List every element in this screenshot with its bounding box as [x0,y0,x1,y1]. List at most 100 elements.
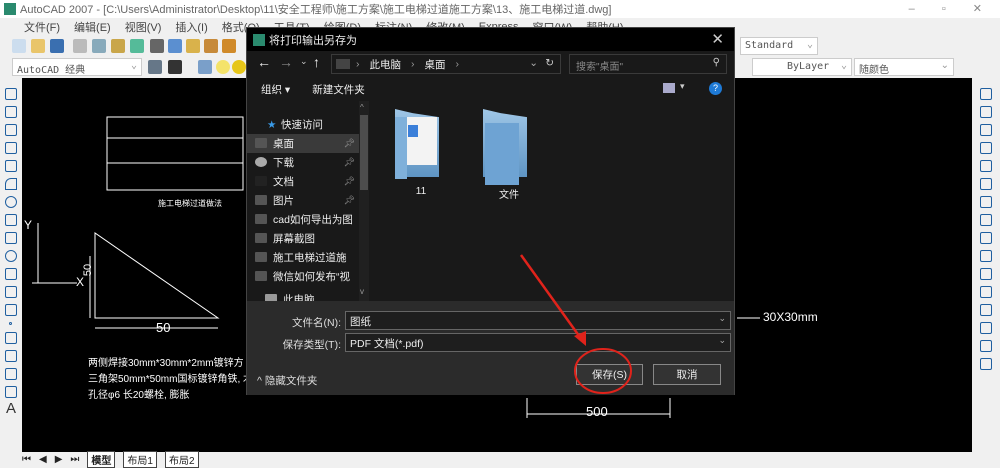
line-icon[interactable] [5,88,17,100]
construction-line-icon[interactable] [5,106,17,118]
copy-object-icon[interactable] [980,106,992,118]
trim-icon[interactable] [980,250,992,262]
cancel-button[interactable]: 取消 [653,364,721,385]
scrollbar-thumb[interactable] [360,115,368,190]
text-style-select[interactable]: Standard ⌄ [740,37,818,55]
color-select[interactable]: 随颜色 ⌄ [854,58,954,76]
sidebar-item-documents[interactable]: 文档 📌︎ [247,172,359,191]
explode-icon[interactable] [980,358,992,370]
layers-icon[interactable] [198,60,212,74]
chamfer-icon[interactable] [980,322,992,334]
erase-icon[interactable] [980,88,992,100]
organize-button[interactable]: 组织 ▾ [261,82,290,97]
address-dropdown-icon[interactable]: ⌄ [529,57,538,69]
workspace-settings-icon[interactable] [148,60,162,74]
close-icon[interactable]: ✕ [711,30,724,48]
sidebar-item-folder[interactable]: 施工电梯过道施 [247,248,359,267]
fillet-icon[interactable] [980,340,992,352]
sidebar-scrollbar[interactable]: ^ v [359,101,369,301]
sidebar-item-folder[interactable]: cad如何导出为图 [247,210,359,229]
sidebar-item-pictures[interactable]: 图片 📌︎ [247,191,359,210]
move-icon[interactable] [980,178,992,190]
brush-icon[interactable] [222,39,236,53]
folder-item-files[interactable] [479,109,539,185]
extend-icon[interactable] [980,268,992,280]
filetype-select[interactable]: PDF 文档(*.pdf) ⌄ [345,333,731,352]
save-icon[interactable] [50,39,64,53]
tab-nav-prev-icon[interactable]: ◀ [39,454,47,465]
sidebar-item-folder[interactable]: 微信如何发布“视 [247,267,359,286]
hide-folders-toggle[interactable]: ^ 隐藏文件夹 [257,373,317,388]
up-icon[interactable]: ↑ [313,54,320,70]
offset-icon[interactable] [980,142,992,154]
folder-item-11[interactable] [391,109,451,185]
recent-chevron-icon[interactable]: ⌄ [300,56,308,67]
plot-icon[interactable] [73,39,87,53]
region-icon[interactable] [5,368,17,380]
back-icon[interactable]: ← [257,54,271,70]
make-block-icon[interactable] [5,304,17,316]
linetype-select[interactable]: ByLayer ⌄ [752,58,852,76]
menu-view[interactable]: 视图(V) [125,19,162,35]
breadcrumb-this-pc[interactable]: 此电脑 [370,57,402,72]
workspace-lock-icon[interactable] [168,60,182,74]
search-input[interactable]: 搜索"桌面" ⚲ [569,54,727,74]
save-button[interactable]: 保存(S) [576,364,643,385]
rotate-icon[interactable] [980,196,992,208]
ellipse-arc-icon[interactable] [5,268,17,280]
circle-icon[interactable] [5,196,17,208]
workspace-select[interactable]: AutoCAD 经典 ⌄ [12,58,142,76]
table-icon[interactable] [5,386,17,398]
join-icon[interactable] [980,304,992,316]
menu-file[interactable]: 文件(F) [24,19,60,35]
match-properties-icon[interactable] [204,39,218,53]
tab-nav-next-icon[interactable]: ▶ [55,454,63,465]
tab-model[interactable]: 模型 [87,451,116,468]
stretch-icon[interactable] [980,232,992,244]
tab-nav-last-icon[interactable]: ⏭ [70,454,79,465]
lightbulb-icon[interactable] [216,60,230,74]
breadcrumb-desktop[interactable]: 桌面 [425,57,446,72]
chevron-down-icon[interactable]: ▾ [680,81,685,92]
gradient-icon[interactable] [5,350,17,362]
array-icon[interactable] [980,160,992,172]
open-icon[interactable] [31,39,45,53]
menu-edit[interactable]: 编辑(E) [74,19,111,35]
insert-block-icon[interactable] [5,286,17,298]
file-name[interactable]: 11 [391,186,451,197]
copy-icon[interactable] [168,39,182,53]
hatch-icon[interactable] [5,332,17,344]
new-folder-button[interactable]: 新建文件夹 [312,82,365,97]
multiline-text-icon[interactable]: A [6,400,16,417]
sidebar-item-desktop[interactable]: 桌面 📌︎ [247,134,359,153]
spline-icon[interactable] [5,232,17,244]
file-name[interactable]: 文件 [479,186,539,201]
sidebar-item-this-pc[interactable]: 此电脑 [247,290,359,301]
new-icon[interactable] [12,39,26,53]
point-icon[interactable] [9,322,12,325]
address-bar[interactable]: › 此电脑 › 桌面 › ⌄ ↻ [331,54,561,74]
mirror-icon[interactable] [980,124,992,136]
scroll-down-icon[interactable]: v [360,287,364,296]
paste-icon[interactable] [186,39,200,53]
revision-cloud-icon[interactable] [5,214,17,226]
polyline-icon[interactable] [5,124,17,136]
scale-icon[interactable] [980,214,992,226]
filename-input[interactable]: 图纸 ⌄ [345,311,731,330]
help-icon[interactable]: ? [709,82,722,95]
refresh-icon[interactable]: ↻ [545,57,554,69]
ellipse-icon[interactable] [5,250,17,262]
sidebar-item-quick-access[interactable]: ★ 快速访问 [247,115,359,134]
forward-icon[interactable]: → [279,54,293,70]
chevron-down-icon[interactable]: ⌄ [718,313,726,324]
cut-icon[interactable] [150,39,164,53]
preview-icon[interactable] [92,39,106,53]
window-controls[interactable]: ‒ ▫ ✕ [909,2,994,15]
rectangle-icon[interactable] [5,160,17,172]
chevron-down-icon[interactable]: ⌄ [718,335,726,346]
web-icon[interactable] [130,39,144,53]
polygon-icon[interactable] [5,142,17,154]
sun-icon[interactable] [232,60,246,74]
sidebar-item-downloads[interactable]: 下载 📌︎ [247,153,359,172]
scroll-up-icon[interactable]: ^ [360,103,364,112]
